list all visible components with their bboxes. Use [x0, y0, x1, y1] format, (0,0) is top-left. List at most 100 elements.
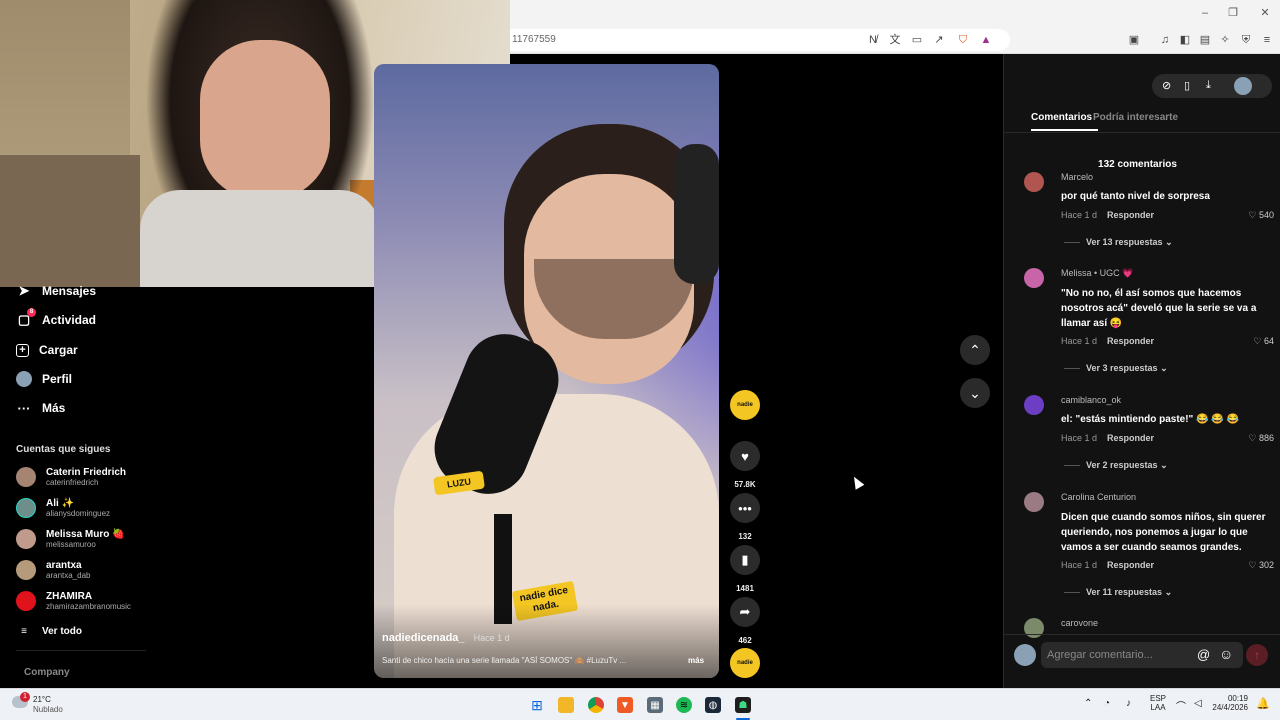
- nav-actividad[interactable]: ▢ 8 Actividad: [16, 308, 96, 331]
- emoji-icon[interactable]: ☺: [1219, 646, 1233, 662]
- reply-button[interactable]: Responder: [1107, 560, 1154, 570]
- reader-icon[interactable]: ▣: [1127, 33, 1141, 47]
- volume-icon[interactable]: ◁: [1194, 698, 1202, 709]
- author-avatar-button[interactable]: nadie: [730, 390, 760, 420]
- share-button[interactable]: ➦ 462: [730, 597, 760, 645]
- send-button[interactable]: ↑: [1246, 644, 1268, 666]
- windows-start-icon[interactable]: ⊞: [529, 697, 545, 713]
- comment-user[interactable]: Carolina Centurion: [1061, 492, 1136, 502]
- see-all-link[interactable]: ≡ Ver todo: [16, 620, 82, 642]
- phone-icon[interactable]: ▯: [1184, 79, 1190, 92]
- translate-icon[interactable]: N̸: [866, 33, 880, 47]
- comment-input[interactable]: Agregar comentario... @ ☺: [1041, 642, 1243, 668]
- close-icon[interactable]: ✕: [1258, 6, 1272, 20]
- avatar-icon[interactable]: [1234, 77, 1252, 95]
- wallet-icon[interactable]: ▤: [1198, 33, 1212, 47]
- like-button[interactable]: ♥ 57.8K: [730, 441, 760, 489]
- music-icon[interactable]: ♫: [1158, 33, 1172, 47]
- following-account[interactable]: Melissa Muro 🍓 melissamuroo: [16, 526, 125, 552]
- view-replies-button[interactable]: Ver 3 respuestas ⌄: [1064, 363, 1168, 374]
- language-icon[interactable]: 文: [888, 33, 902, 47]
- microphone-icon[interactable]: ♪: [1126, 698, 1131, 709]
- video-time: Hace 1 d: [473, 633, 510, 643]
- weather-widget[interactable]: 1: [12, 692, 30, 712]
- wifi-icon[interactable]: ⌒: [1176, 698, 1186, 713]
- nav-mensajes[interactable]: ➤ Mensajes: [16, 280, 96, 302]
- clock[interactable]: 00:19 24/4/2026: [1212, 694, 1248, 712]
- brave-rewards-icon[interactable]: ▲: [979, 33, 993, 47]
- chevron-up-icon[interactable]: ⌃: [1084, 698, 1092, 709]
- ai-icon[interactable]: ✧: [1218, 33, 1232, 47]
- comment-user[interactable]: Marcelo: [1061, 172, 1093, 182]
- nav-mas[interactable]: ··· Más: [16, 397, 66, 419]
- share-icon[interactable]: ↗: [932, 33, 946, 47]
- sidebar-icon[interactable]: ◧: [1178, 33, 1192, 47]
- company-link[interactable]: Company: [24, 667, 70, 678]
- avatar[interactable]: [1024, 395, 1044, 415]
- comment-user[interactable]: Melissa • UGC 💗: [1061, 268, 1133, 279]
- tab-recommended[interactable]: Podría interesarte: [1093, 112, 1178, 123]
- view-replies-button[interactable]: Ver 11 respuestas ⌄: [1064, 587, 1172, 598]
- view-replies-button[interactable]: Ver 13 respuestas ⌄: [1064, 237, 1173, 248]
- avatar[interactable]: [1024, 492, 1044, 512]
- avatar[interactable]: [1024, 618, 1044, 638]
- reply-button[interactable]: Responder: [1107, 433, 1154, 443]
- vpn-icon[interactable]: ⛨: [1239, 33, 1253, 47]
- comment-likes[interactable]: ♡ 886: [1248, 433, 1274, 444]
- menu-icon[interactable]: ≡: [1260, 33, 1274, 47]
- language-indicator[interactable]: ESP LAA: [1150, 694, 1166, 712]
- sound-avatar-button[interactable]: nadie: [730, 648, 760, 678]
- following-account[interactable]: Ali ✨ alianysdominguez: [16, 495, 110, 521]
- following-account[interactable]: Caterin Friedrich caterinfriedrich: [16, 464, 126, 490]
- restore-icon[interactable]: ❐: [1226, 6, 1240, 20]
- file-explorer-icon[interactable]: [558, 697, 574, 713]
- comment-likes[interactable]: ♡ 540: [1248, 210, 1274, 221]
- calculator-icon[interactable]: ▦: [647, 697, 663, 713]
- avatar[interactable]: [1024, 172, 1044, 192]
- replies-label: Ver 11 respuestas: [1086, 587, 1163, 597]
- avatar: [16, 529, 36, 549]
- reply-button[interactable]: Responder: [1107, 336, 1154, 346]
- reply-button[interactable]: Responder: [1107, 210, 1154, 220]
- next-video-button[interactable]: ⌄: [960, 378, 990, 408]
- heart-icon: ♥: [730, 441, 760, 471]
- minimize-icon[interactable]: –: [1198, 6, 1212, 20]
- video-author[interactable]: nadiedicenada_ Hace 1 d: [382, 632, 510, 644]
- following-account[interactable]: arantxa arantxa_dab: [16, 557, 90, 583]
- nav-perfil[interactable]: Perfil: [16, 368, 72, 390]
- save-button[interactable]: ▮ 1481: [730, 545, 760, 593]
- spotify-icon[interactable]: ≋: [676, 697, 692, 713]
- comment-text: "No no no, él así somos que hacemos noso…: [1061, 288, 1257, 329]
- comment-user[interactable]: camiblanco_ok: [1061, 395, 1121, 405]
- network-tray-icon[interactable]: ◔: [1104, 698, 1110, 709]
- comment-likes[interactable]: ♡ 302: [1248, 560, 1274, 571]
- tab-comentarios[interactable]: Comentarios: [1031, 112, 1092, 123]
- like-count: 886: [1258, 433, 1274, 443]
- comment-likes[interactable]: ♡ 64: [1253, 336, 1274, 347]
- following-account[interactable]: ZHAMIRA zhamirazambranomusic: [16, 588, 131, 614]
- replies-label: Ver 3 respuestas: [1086, 363, 1158, 373]
- mention-icon[interactable]: @: [1197, 647, 1210, 662]
- comment-button[interactable]: ••• 132: [730, 493, 760, 541]
- previous-video-button[interactable]: ⌃: [960, 335, 990, 365]
- comment-text: el: "estás mintiendo paste!" 😂 😂 😂: [1061, 414, 1239, 425]
- caption-more[interactable]: más: [688, 656, 704, 665]
- comments-panel: ⊘ ▯ ⤓ Comentarios Podría interesarte 132…: [1003, 54, 1280, 688]
- view-replies-button[interactable]: Ver 2 respuestas ⌄: [1064, 460, 1168, 471]
- compass-icon[interactable]: ⊘: [1162, 79, 1171, 92]
- download-icon[interactable]: ⤓: [1206, 79, 1211, 92]
- nav-cargar[interactable]: + Cargar: [16, 339, 78, 361]
- comment-user[interactable]: carovone: [1061, 618, 1098, 628]
- steam-icon[interactable]: ◍: [705, 697, 721, 713]
- brave-icon[interactable]: ▼: [617, 697, 633, 713]
- video-player[interactable]: LUZU nadie dice nada. nadiedicenada_ Hac…: [374, 64, 719, 678]
- chrome-icon[interactable]: [588, 697, 604, 713]
- brave-shield-icon[interactable]: ⛉: [956, 33, 970, 47]
- notification-bell-icon[interactable]: 🔔: [1256, 697, 1270, 710]
- comment-item: Carolina Centurion Dicen que cuando somo…: [1024, 492, 1274, 602]
- android-icon[interactable]: ☗: [735, 697, 751, 713]
- clock-date: 24/4/2026: [1212, 703, 1248, 712]
- comment-text: Dicen que cuando somos niños, sin querer…: [1061, 512, 1266, 553]
- avatar[interactable]: [1024, 268, 1044, 288]
- cast-icon[interactable]: ▭: [910, 33, 924, 47]
